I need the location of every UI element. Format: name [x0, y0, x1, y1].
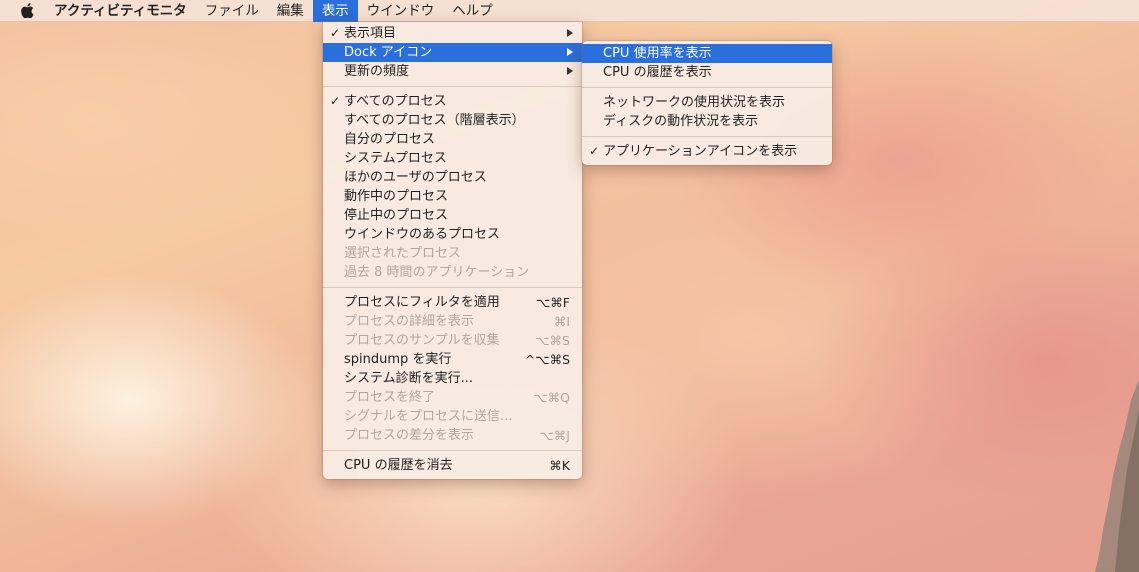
- menu-item-clear-cpu-history[interactable]: CPU の履歴を消去 ⌘K: [323, 456, 582, 475]
- menu-item-label: 過去 8 時間のアプリケーション: [344, 265, 530, 280]
- menu-item-inactive-processes[interactable]: 停止中のプロセス: [323, 206, 582, 225]
- menu-item-apps-last-8-hours: 過去 8 時間のアプリケーション: [323, 263, 582, 282]
- menu-separator: [582, 87, 832, 88]
- menu-item-label: プロセスの詳細を表示: [344, 314, 475, 329]
- menu-item-label: すべてのプロセス（階層表示）: [344, 113, 525, 128]
- menu-item-inspect-process: プロセスの詳細を表示 ⌘I: [323, 312, 582, 331]
- menu-item-update-frequency[interactable]: 更新の頻度: [323, 62, 582, 81]
- menu-item-label: Dock アイコン: [344, 45, 433, 60]
- menubar-file[interactable]: ファイル: [196, 0, 268, 22]
- menu-item-label: CPU 使用率を表示: [603, 46, 712, 61]
- menu-item-label: ネットワークの使用状況を表示: [603, 95, 786, 110]
- menubar-help[interactable]: ヘルプ: [443, 0, 502, 22]
- menu-item-quit-process: プロセスを終了 ⌥⌘Q: [323, 388, 582, 407]
- submenu-item-show-network-usage[interactable]: ネットワークの使用状況を表示: [582, 93, 832, 112]
- menubar-view[interactable]: 表示: [312, 0, 358, 22]
- submenu-arrow-icon: [567, 29, 573, 37]
- menu-item-system-processes[interactable]: システムプロセス: [323, 149, 582, 168]
- wallpaper-rock-formation: [1095, 380, 1139, 572]
- menu-item-label: シグナルをプロセスに送信...: [344, 409, 513, 424]
- checkmark-icon: ✓: [329, 26, 341, 40]
- menu-item-dock-icon[interactable]: Dock アイコン: [323, 43, 582, 62]
- apple-logo-icon[interactable]: [20, 3, 34, 19]
- menu-item-label: アプリケーションアイコンを表示: [603, 144, 798, 159]
- menu-item-label: システムプロセス: [344, 151, 447, 166]
- menu-separator: [323, 86, 582, 87]
- menu-item-label: ほかのユーザのプロセス: [344, 170, 487, 185]
- menubar-app-name[interactable]: アクティビティモニタ: [42, 0, 196, 22]
- menu-item-active-processes[interactable]: 動作中のプロセス: [323, 187, 582, 206]
- menu-separator: [323, 287, 582, 288]
- menu-item-label: ディスクの動作状況を表示: [603, 114, 759, 129]
- menu-item-label: すべてのプロセス: [344, 94, 447, 109]
- shortcut-label: ⌥⌘S: [535, 333, 570, 348]
- menu-separator: [323, 450, 582, 451]
- menu-bar: アクティビティモニタ ファイル 編集 表示 ウインドウ ヘルプ: [0, 0, 1139, 22]
- menu-item-label: spindump を実行: [344, 352, 452, 367]
- menu-item-label: 動作中のプロセス: [344, 189, 449, 204]
- submenu-item-show-cpu-usage[interactable]: CPU 使用率を表示: [582, 44, 832, 63]
- menu-item-filter-processes[interactable]: プロセスにフィルタを適用 ⌥⌘F: [323, 293, 582, 312]
- menu-item-label: システム診断を実行...: [344, 371, 474, 386]
- menu-item-label: プロセスを終了: [344, 390, 436, 405]
- shortcut-label: ⌥⌘F: [535, 295, 570, 310]
- menu-item-other-user-processes[interactable]: ほかのユーザのプロセス: [323, 168, 582, 187]
- menu-item-all-processes[interactable]: ✓ すべてのプロセス: [323, 92, 582, 111]
- menu-separator: [582, 136, 832, 137]
- menu-item-sample-process: プロセスのサンプルを収集 ⌥⌘S: [323, 331, 582, 350]
- shortcut-label: ^⌥⌘S: [524, 352, 570, 367]
- shortcut-label: ⌘I: [553, 314, 570, 329]
- shortcut-label: ⌥⌘Q: [533, 390, 570, 405]
- menu-item-label: 更新の頻度: [344, 64, 410, 79]
- checkmark-icon: ✓: [588, 144, 600, 158]
- menu-item-label: プロセスにフィルタを適用: [344, 295, 500, 310]
- menu-item-label: 表示項目: [344, 26, 397, 41]
- menu-item-run-system-diagnostics[interactable]: システム診断を実行...: [323, 369, 582, 388]
- checkmark-icon: ✓: [329, 94, 341, 108]
- menu-item-send-signal: シグナルをプロセスに送信...: [323, 407, 582, 426]
- menu-item-label: 停止中のプロセス: [344, 208, 449, 223]
- shortcut-label: ⌥⌘J: [539, 428, 570, 443]
- menu-item-label: 選択されたプロセス: [344, 246, 462, 261]
- view-menu-dropdown: ✓ 表示項目 Dock アイコン 更新の頻度 ✓ すべてのプロセス すべてのプロ…: [323, 22, 582, 479]
- menu-item-all-processes-hierarchy[interactable]: すべてのプロセス（階層表示）: [323, 111, 582, 130]
- menu-item-label: CPU の履歴を表示: [603, 65, 712, 80]
- menu-item-columns[interactable]: ✓ 表示項目: [323, 24, 582, 43]
- menu-item-label: CPU の履歴を消去: [344, 458, 453, 473]
- menu-item-my-processes[interactable]: 自分のプロセス: [323, 130, 582, 149]
- menu-item-show-deltas: プロセスの差分を表示 ⌥⌘J: [323, 426, 582, 445]
- shortcut-label: ⌘K: [549, 458, 570, 473]
- menu-item-label: プロセスの差分を表示: [344, 428, 475, 443]
- menu-item-run-spindump[interactable]: spindump を実行 ^⌥⌘S: [323, 350, 582, 369]
- menu-item-windowed-processes[interactable]: ウインドウのあるプロセス: [323, 225, 582, 244]
- menubar-window[interactable]: ウインドウ: [358, 0, 444, 22]
- submenu-arrow-icon: [567, 48, 573, 56]
- menubar-edit[interactable]: 編集: [268, 0, 313, 22]
- submenu-item-show-cpu-history[interactable]: CPU の履歴を表示: [582, 63, 832, 82]
- menu-item-label: プロセスのサンプルを収集: [344, 333, 500, 348]
- submenu-item-show-disk-activity[interactable]: ディスクの動作状況を表示: [582, 112, 832, 131]
- menu-item-label: ウインドウのあるプロセス: [344, 227, 501, 242]
- menu-item-label: 自分のプロセス: [344, 132, 436, 147]
- dock-icon-submenu: CPU 使用率を表示 CPU の履歴を表示 ネットワークの使用状況を表示 ディス…: [582, 41, 832, 165]
- submenu-item-show-application-icon[interactable]: ✓ アプリケーションアイコンを表示: [582, 142, 832, 161]
- menu-item-selected-processes: 選択されたプロセス: [323, 244, 582, 263]
- submenu-arrow-icon: [567, 67, 573, 75]
